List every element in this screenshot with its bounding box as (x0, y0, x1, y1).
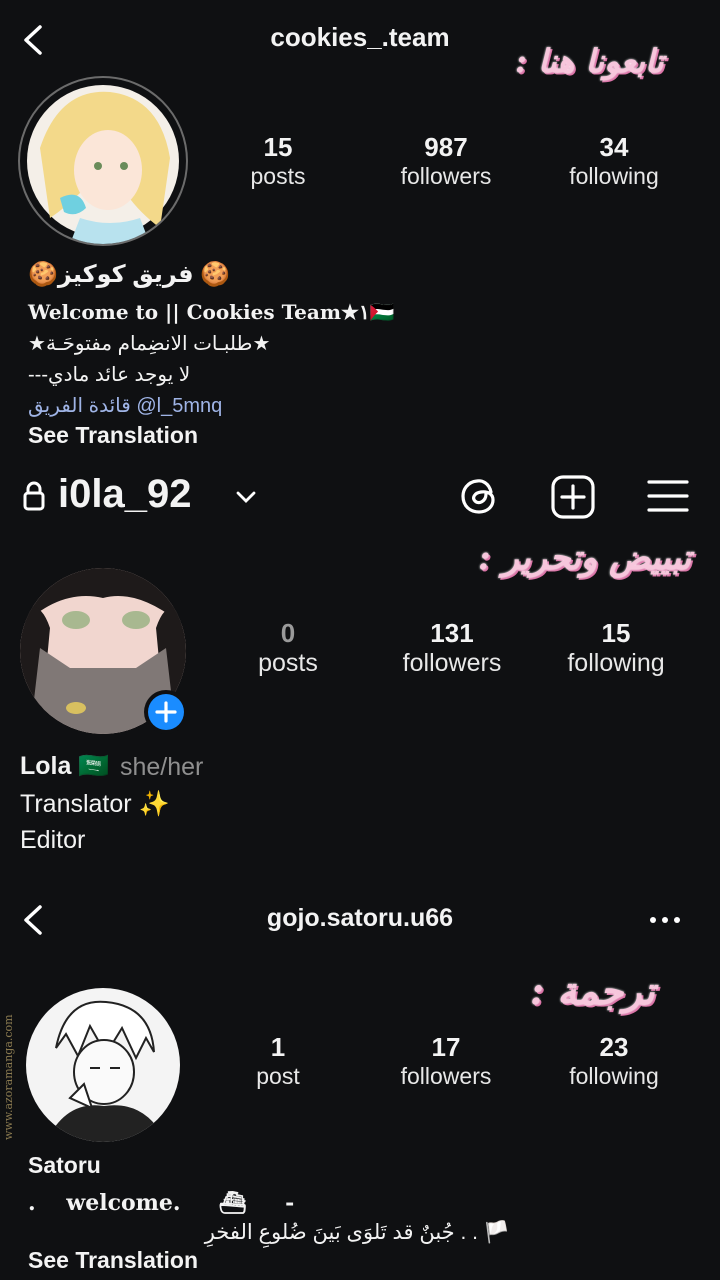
see-translation-link[interactable]: See Translation (28, 422, 198, 449)
add-story-icon (148, 694, 184, 730)
stat-followers-count: 987 (424, 132, 468, 162)
stat-followers-label: followers (402, 649, 502, 677)
stat-followers-label: followers (400, 1063, 492, 1089)
stat-following-label: following (567, 649, 665, 677)
overlay-follow-us: تابعونا هنا : (515, 42, 664, 80)
stat-following[interactable]: 34 following (544, 132, 684, 190)
bio-line: 🏳️ . . جُبنٌ قد تَلوَى بَينَ ضُلوعِ الفخ… (204, 1221, 510, 1244)
profile-username: gojo.satoru.u66 (266, 904, 454, 932)
profile-username: cookies_.team (270, 22, 450, 52)
display-name: Satoru (28, 1152, 101, 1178)
stat-posts-count: 0 (280, 618, 296, 648)
back-arrow-icon[interactable] (20, 24, 46, 56)
plus-square-icon[interactable] (550, 474, 596, 520)
stat-posts-count: 1 (270, 1032, 286, 1062)
stat-followers-count: 17 (431, 1032, 461, 1062)
bio-line: Welcome to || Cookies Team★١🇵🇸 (28, 300, 395, 324)
bio-line: Translator ✨ (20, 790, 170, 818)
overlay-translation: ترجمة : (530, 968, 655, 1013)
overlay-cleaning-editing: تبييض وتحرير : (478, 538, 691, 578)
bio-line: Editor (20, 826, 86, 854)
stat-following-count: 23 (599, 1032, 629, 1062)
stat-following[interactable]: 23 following (544, 1032, 684, 1090)
profile-avatar[interactable] (18, 76, 188, 246)
stat-following-label: following (569, 1063, 659, 1089)
stat-posts[interactable]: 0 posts (228, 618, 348, 678)
stat-followers-count: 131 (430, 618, 474, 648)
see-translation-link[interactable]: See Translation (28, 1247, 198, 1274)
chevron-down-icon[interactable] (234, 488, 258, 506)
bio-line: ★طلبـات الانضِمام مفتوحَـة★ (28, 333, 271, 355)
bio-line: ---لا يوجد عائد مادي (28, 364, 191, 386)
stat-following-label: following (569, 163, 659, 189)
display-name: 🍪فريق كوكيز 🍪 (28, 261, 231, 288)
stat-followers[interactable]: 17 followers (376, 1032, 516, 1090)
back-arrow-icon[interactable] (20, 904, 46, 936)
stat-posts[interactable]: 15 posts (218, 132, 338, 190)
stat-following-count: 15 (601, 618, 631, 648)
stat-following[interactable]: 15 following (546, 618, 686, 678)
stat-posts-count: 15 (263, 132, 293, 162)
account-switcher-username[interactable]: i0la_92 (58, 472, 191, 517)
hamburger-menu-icon[interactable] (646, 476, 690, 516)
watermark: www.azoramanga.com (2, 1014, 15, 1140)
stat-followers[interactable]: 987 followers (376, 132, 516, 190)
lock-icon (23, 481, 45, 511)
profile-avatar[interactable] (26, 988, 180, 1142)
stat-posts-label: posts (258, 649, 318, 677)
pronouns: she/her (120, 753, 204, 781)
stat-posts-label: posts (250, 163, 306, 189)
stat-followers[interactable]: 131 followers (382, 618, 522, 678)
leader-link[interactable]: قائدة الفريق @l_5mnq (28, 393, 222, 418)
add-story-button[interactable] (144, 690, 188, 734)
stat-followers-label: followers (400, 163, 492, 189)
display-name: Lola 🇸🇦 (20, 752, 110, 780)
more-dots-icon[interactable] (648, 912, 682, 928)
threads-icon[interactable] (458, 474, 502, 518)
stat-posts[interactable]: 1 post (218, 1032, 338, 1090)
stat-following-count: 34 (599, 132, 629, 162)
stat-posts-label: post (256, 1063, 300, 1089)
bio-line: . welcome. ⛴ - (28, 1190, 295, 1216)
